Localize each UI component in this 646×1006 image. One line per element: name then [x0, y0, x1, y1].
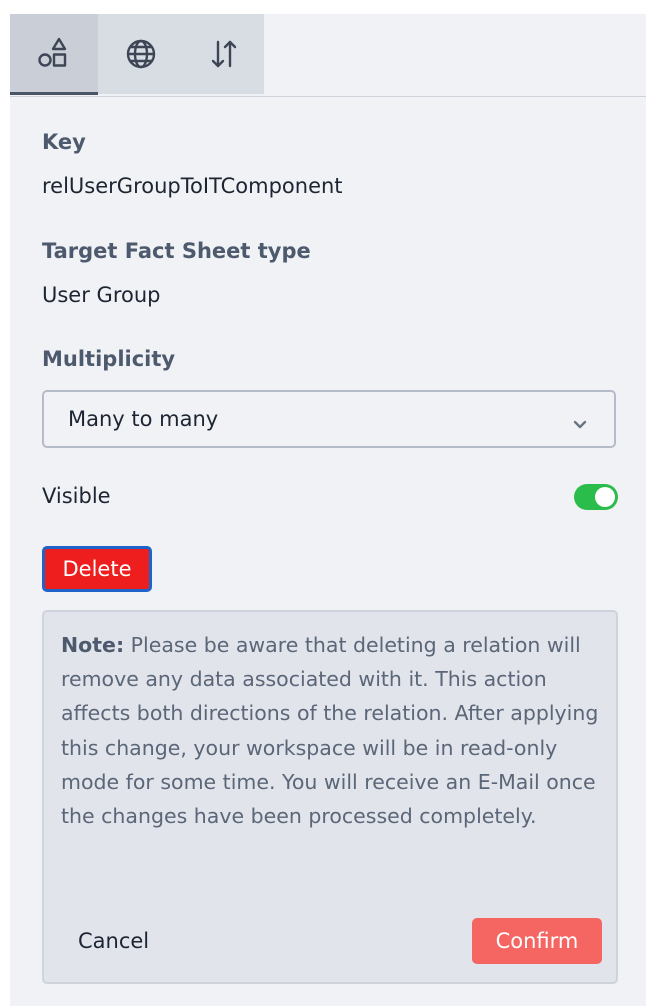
note-prefix: Note:: [61, 633, 125, 657]
toggle-knob: [595, 487, 615, 507]
tab-sorting[interactable]: [184, 14, 264, 94]
target-type-label: Target Fact Sheet type: [42, 239, 311, 263]
tab-general[interactable]: [10, 14, 98, 95]
visible-label: Visible: [42, 484, 111, 508]
globe-icon: [125, 38, 157, 70]
tab-bar: [10, 14, 646, 97]
multiplicity-select[interactable]: Many to many: [42, 390, 616, 448]
delete-button[interactable]: Delete: [42, 546, 152, 592]
delete-warning-box: Note: Please be aware that deleting a re…: [42, 610, 618, 984]
key-value: relUserGroupToITComponent: [42, 174, 343, 198]
relation-settings-panel: Key relUserGroupToITComponent Target Fac…: [10, 14, 646, 1006]
tab-group: [10, 14, 264, 95]
note-body: Please be aware that deleting a relation…: [61, 633, 599, 829]
target-type-value: User Group: [42, 283, 161, 307]
confirm-button[interactable]: Confirm: [472, 918, 602, 964]
warning-text: Note: Please be aware that deleting a re…: [61, 628, 603, 833]
tab-translations[interactable]: [98, 14, 184, 94]
visible-toggle[interactable]: [574, 484, 618, 510]
multiplicity-label: Multiplicity: [42, 347, 176, 371]
cancel-button[interactable]: Cancel: [62, 918, 165, 964]
key-label: Key: [42, 130, 86, 154]
chevron-down-icon: [572, 412, 588, 436]
multiplicity-value: Many to many: [68, 407, 219, 431]
shapes-icon: [37, 36, 71, 70]
sort-arrows-icon: [210, 38, 238, 70]
